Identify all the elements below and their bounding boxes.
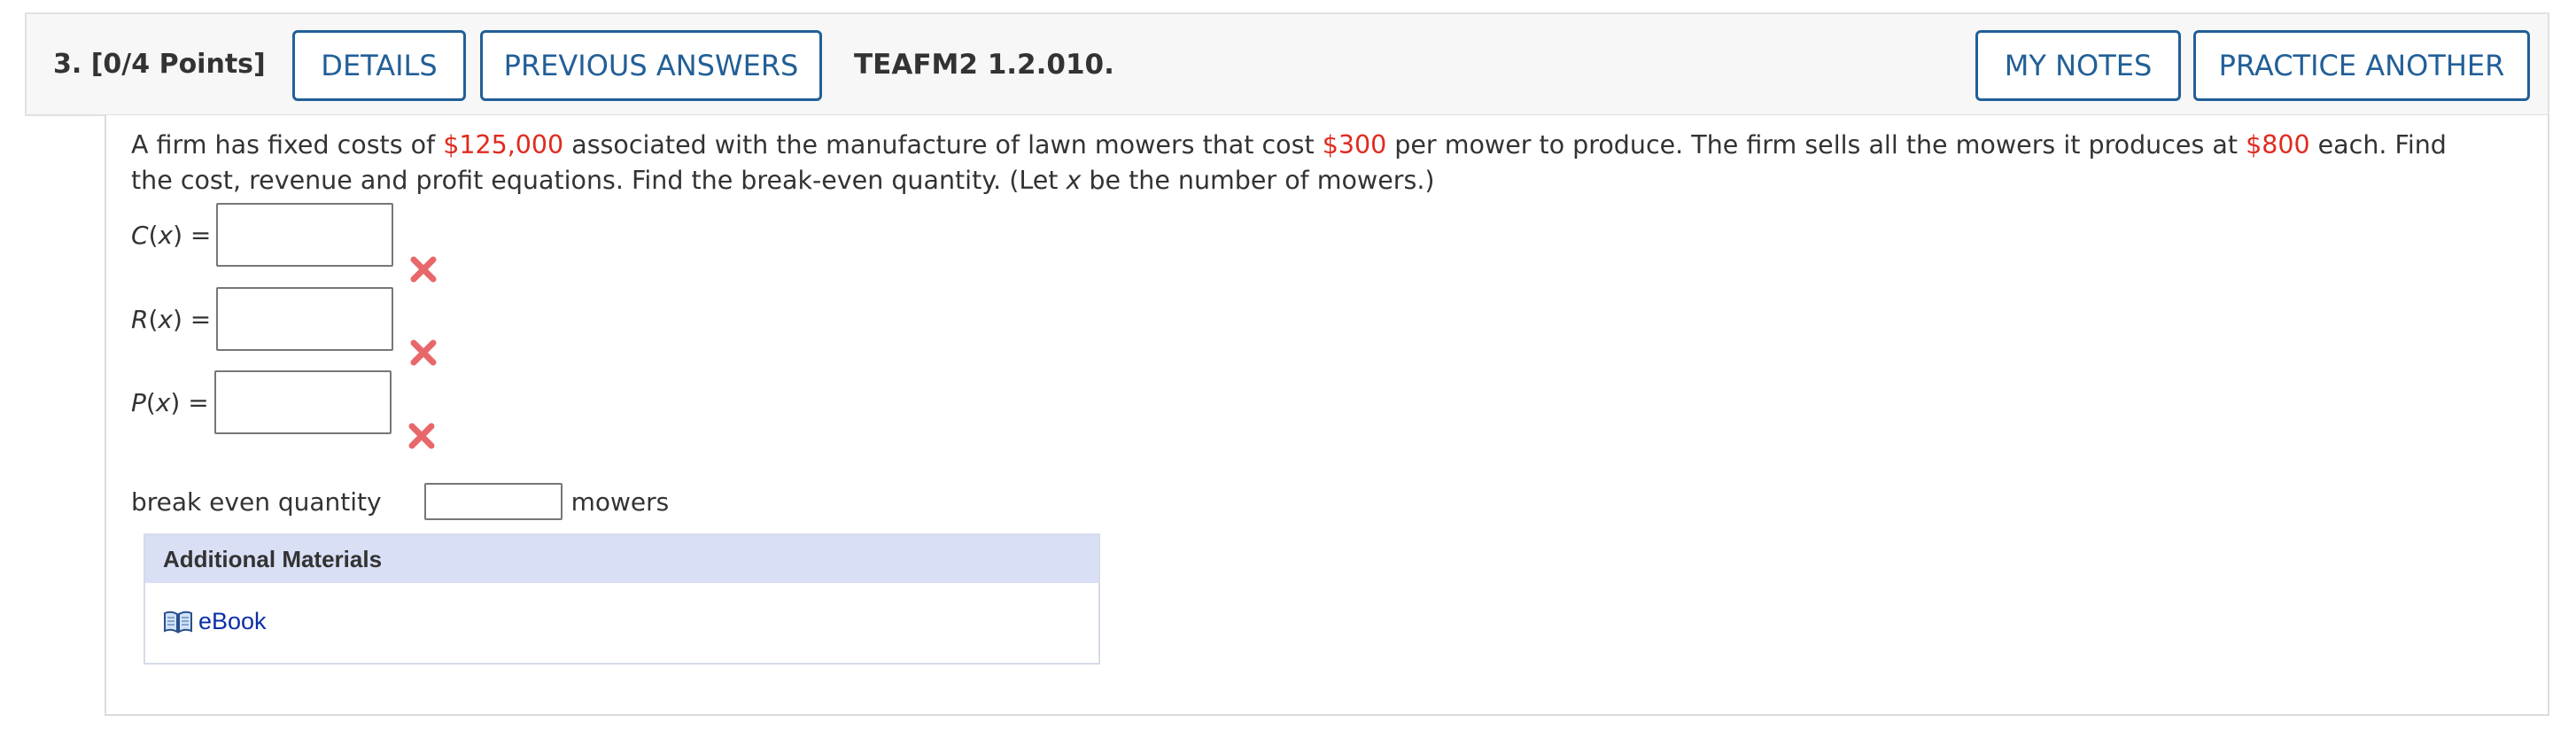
func-suffix: ) = <box>172 304 212 334</box>
profit-equation-row: P(x) = <box>131 370 392 434</box>
revenue-equation-input[interactable] <box>216 287 393 351</box>
price-value: $800 <box>2246 130 2310 159</box>
incorrect-x-icon <box>408 423 435 449</box>
question-text: A firm has fixed costs of $125,000 assoc… <box>131 128 2487 198</box>
question-text-part: A firm has fixed costs of <box>131 130 444 159</box>
cost-equation-row: C(x) = <box>131 203 393 267</box>
ebook-label[interactable]: eBook <box>198 608 267 635</box>
break-even-row: break even quantity mowers <box>131 482 669 521</box>
func-var: x <box>158 304 173 334</box>
unit-cost-value: $300 <box>1322 130 1387 159</box>
my-notes-button[interactable]: MY NOTES <box>1975 30 2181 101</box>
question-text-part: per mower to produce. The firm sells all… <box>1386 130 2246 159</box>
variable-x: x <box>1066 166 1082 195</box>
question-number-points: 3. [0/4 Points] <box>53 49 266 80</box>
details-button[interactable]: DETAILS <box>292 30 466 101</box>
incorrect-x-icon <box>410 256 437 283</box>
cost-equation-label: C(x) = <box>131 220 212 250</box>
additional-materials-box: Additional Materials eBook <box>144 533 1100 665</box>
book-icon <box>164 611 192 634</box>
practice-another-button[interactable]: PRACTICE ANOTHER <box>2193 30 2530 101</box>
incorrect-x-icon <box>410 339 437 366</box>
previous-answers-button[interactable]: PREVIOUS ANSWERS <box>480 30 822 101</box>
question-text-part: associated with the manufacture of lawn … <box>563 130 1323 159</box>
func-suffix: ) = <box>170 387 209 417</box>
ebook-link[interactable]: eBook <box>163 608 267 635</box>
func-name: P <box>131 387 146 417</box>
profit-equation-input[interactable] <box>214 370 392 434</box>
break-even-label: break even quantity <box>131 486 382 517</box>
profit-equation-label: P(x) = <box>131 387 209 417</box>
func-name: R <box>131 304 149 334</box>
question-id: TEAFM2 1.2.010. <box>854 48 1114 81</box>
func-suffix: ) = <box>173 220 212 250</box>
func-var: x <box>158 220 174 250</box>
fixed-cost-value: $125,000 <box>443 130 564 159</box>
question-text-part: be the number of mowers.) <box>1081 166 1435 195</box>
question-header: 3. [0/4 Points] DETAILS PREVIOUS ANSWERS… <box>25 12 2549 116</box>
break-even-input[interactable] <box>423 483 563 520</box>
revenue-equation-row: R(x) = <box>131 287 393 351</box>
cost-equation-input[interactable] <box>216 203 393 267</box>
break-even-unit: mowers <box>570 486 670 517</box>
func-name: C <box>131 220 149 250</box>
func-var: x <box>155 387 171 417</box>
additional-materials-heading: Additional Materials <box>145 535 1098 583</box>
revenue-equation-label: R(x) = <box>131 304 212 334</box>
